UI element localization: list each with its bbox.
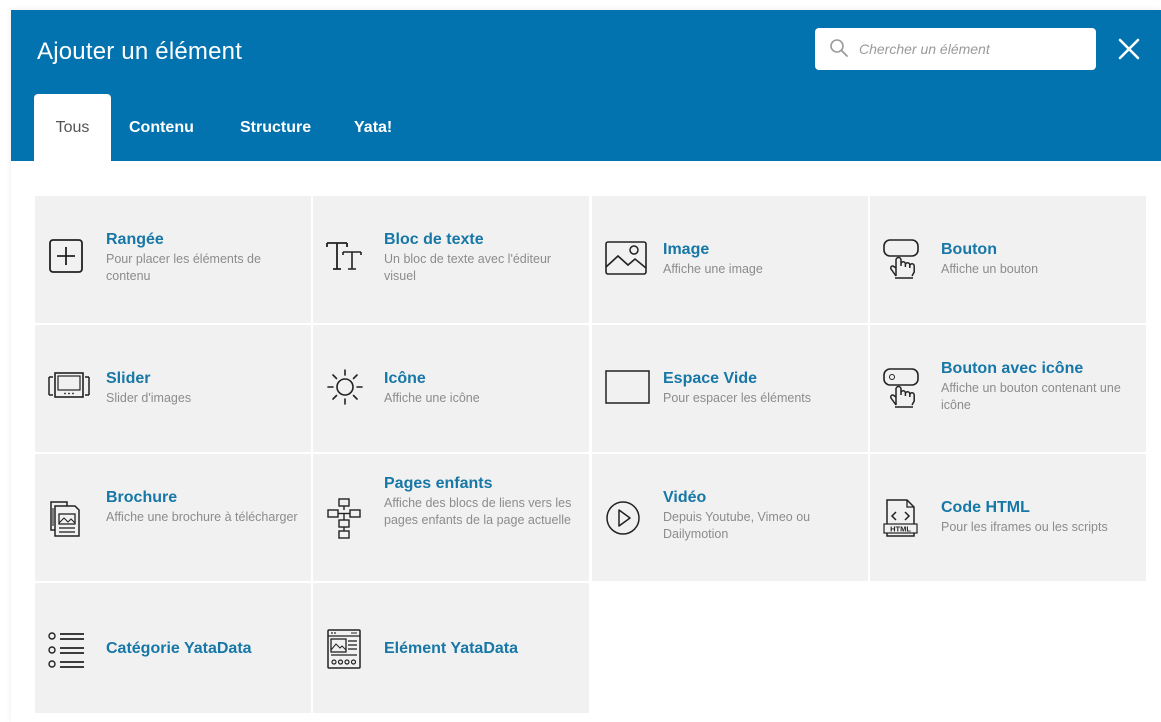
tab-tous[interactable]: Tous <box>34 94 111 161</box>
element-tile-bouton[interactable]: Bouton Affiche un bouton <box>870 196 1146 323</box>
element-name: Bouton avec icône <box>941 360 1084 377</box>
element-name: Slider <box>106 370 151 387</box>
tab-contenu[interactable]: Contenu <box>129 94 194 161</box>
element-name: Code HTML <box>941 499 1030 516</box>
play-circle-icon <box>604 496 644 540</box>
element-name: Vidéo <box>663 489 707 506</box>
element-description: Pour placer les éléments de contenu <box>106 252 261 283</box>
element-tile-pages-enfants[interactable]: Pages enfants Affiche des blocs de liens… <box>313 454 589 581</box>
search-box[interactable] <box>815 28 1096 70</box>
element-tile-bouton-avec-icone[interactable]: Bouton avec icône Affiche un bouton cont… <box>870 325 1146 452</box>
element-tile-bloc-de-texte[interactable]: Bloc de texte Un bloc de texte avec l'éd… <box>313 196 589 323</box>
element-name: Elément YataData <box>384 640 518 657</box>
brochure-icon <box>47 496 87 540</box>
element-tile-categorie-yatadata[interactable]: Catégorie YataData <box>35 583 311 713</box>
element-description: Affiche une icône <box>384 391 480 405</box>
search-icon <box>829 38 849 58</box>
tab-yata[interactable]: Yata! <box>354 94 392 161</box>
element-tile-espace-vide[interactable]: Espace Vide Pour espacer les éléments <box>592 325 868 452</box>
element-description: Affiche un bouton <box>941 262 1039 276</box>
tab-structure[interactable]: Structure <box>240 94 311 161</box>
element-name: Rangée <box>106 231 164 248</box>
html-code-icon: HTML <box>882 496 922 540</box>
element-tile-code-html[interactable]: HTML Code HTML Pour les iframes ou les s… <box>870 454 1146 581</box>
data-window-icon <box>325 627 365 671</box>
element-description: Pour les iframes ou les scripts <box>941 520 1108 534</box>
element-tile-icone[interactable]: Icône Affiche une icône <box>313 325 589 452</box>
element-description: Affiche des blocs de liens vers les page… <box>384 496 572 527</box>
plus-box-icon <box>47 234 87 278</box>
dialog-header: Ajouter un élément Tous Contenu Structur… <box>11 10 1161 161</box>
close-icon <box>1116 36 1142 62</box>
empty-rectangle-icon <box>604 367 652 411</box>
close-button[interactable] <box>1116 36 1142 62</box>
element-name: Pages enfants <box>384 475 493 492</box>
icon-button-hand-icon <box>882 365 922 409</box>
image-icon <box>604 236 650 280</box>
slider-icon <box>47 367 93 411</box>
button-hand-icon <box>882 236 922 280</box>
element-description: Slider d'images <box>106 391 192 405</box>
element-name: Image <box>663 241 710 258</box>
element-description: Affiche une brochure à télécharger <box>106 510 298 524</box>
element-tile-video[interactable]: Vidéo Depuis Youtube, Vimeo ou Dailymoti… <box>592 454 868 581</box>
element-description: Affiche une image <box>663 262 763 276</box>
element-description: Un bloc de texte avec l'éditeur visuel <box>384 252 552 283</box>
element-name: Bouton <box>941 241 997 258</box>
element-name: Catégorie YataData <box>106 640 252 657</box>
text-icon <box>325 234 365 278</box>
element-tile-brochure[interactable]: Brochure Affiche une brochure à téléchar… <box>35 454 311 581</box>
search-input[interactable] <box>859 28 1087 70</box>
dialog-title: Ajouter un élément <box>37 38 243 65</box>
element-name: Espace Vide <box>663 370 757 387</box>
element-tile-element-yatadata[interactable]: Elément YataData <box>313 583 589 713</box>
element-tile-slider[interactable]: Slider Slider d'images <box>35 325 311 452</box>
sun-icon <box>325 365 365 409</box>
element-name: Icône <box>384 370 426 387</box>
element-description: Pour espacer les éléments <box>663 391 811 405</box>
element-description: Depuis Youtube, Vimeo ou Dailymotion <box>663 510 811 541</box>
add-element-dialog: Ajouter un élément Tous Contenu Structur… <box>11 10 1161 722</box>
element-name: Brochure <box>106 489 178 506</box>
element-tile-image[interactable]: Image Affiche une image <box>592 196 868 323</box>
svg-text:HTML: HTML <box>890 525 911 534</box>
element-description: Affiche un bouton contenant une icône <box>941 381 1121 412</box>
sitemap-icon <box>325 496 365 540</box>
list-icon <box>47 628 87 672</box>
element-name: Bloc de texte <box>384 231 484 248</box>
element-tile-rangee[interactable]: Rangée Pour placer les éléments de conte… <box>35 196 311 323</box>
